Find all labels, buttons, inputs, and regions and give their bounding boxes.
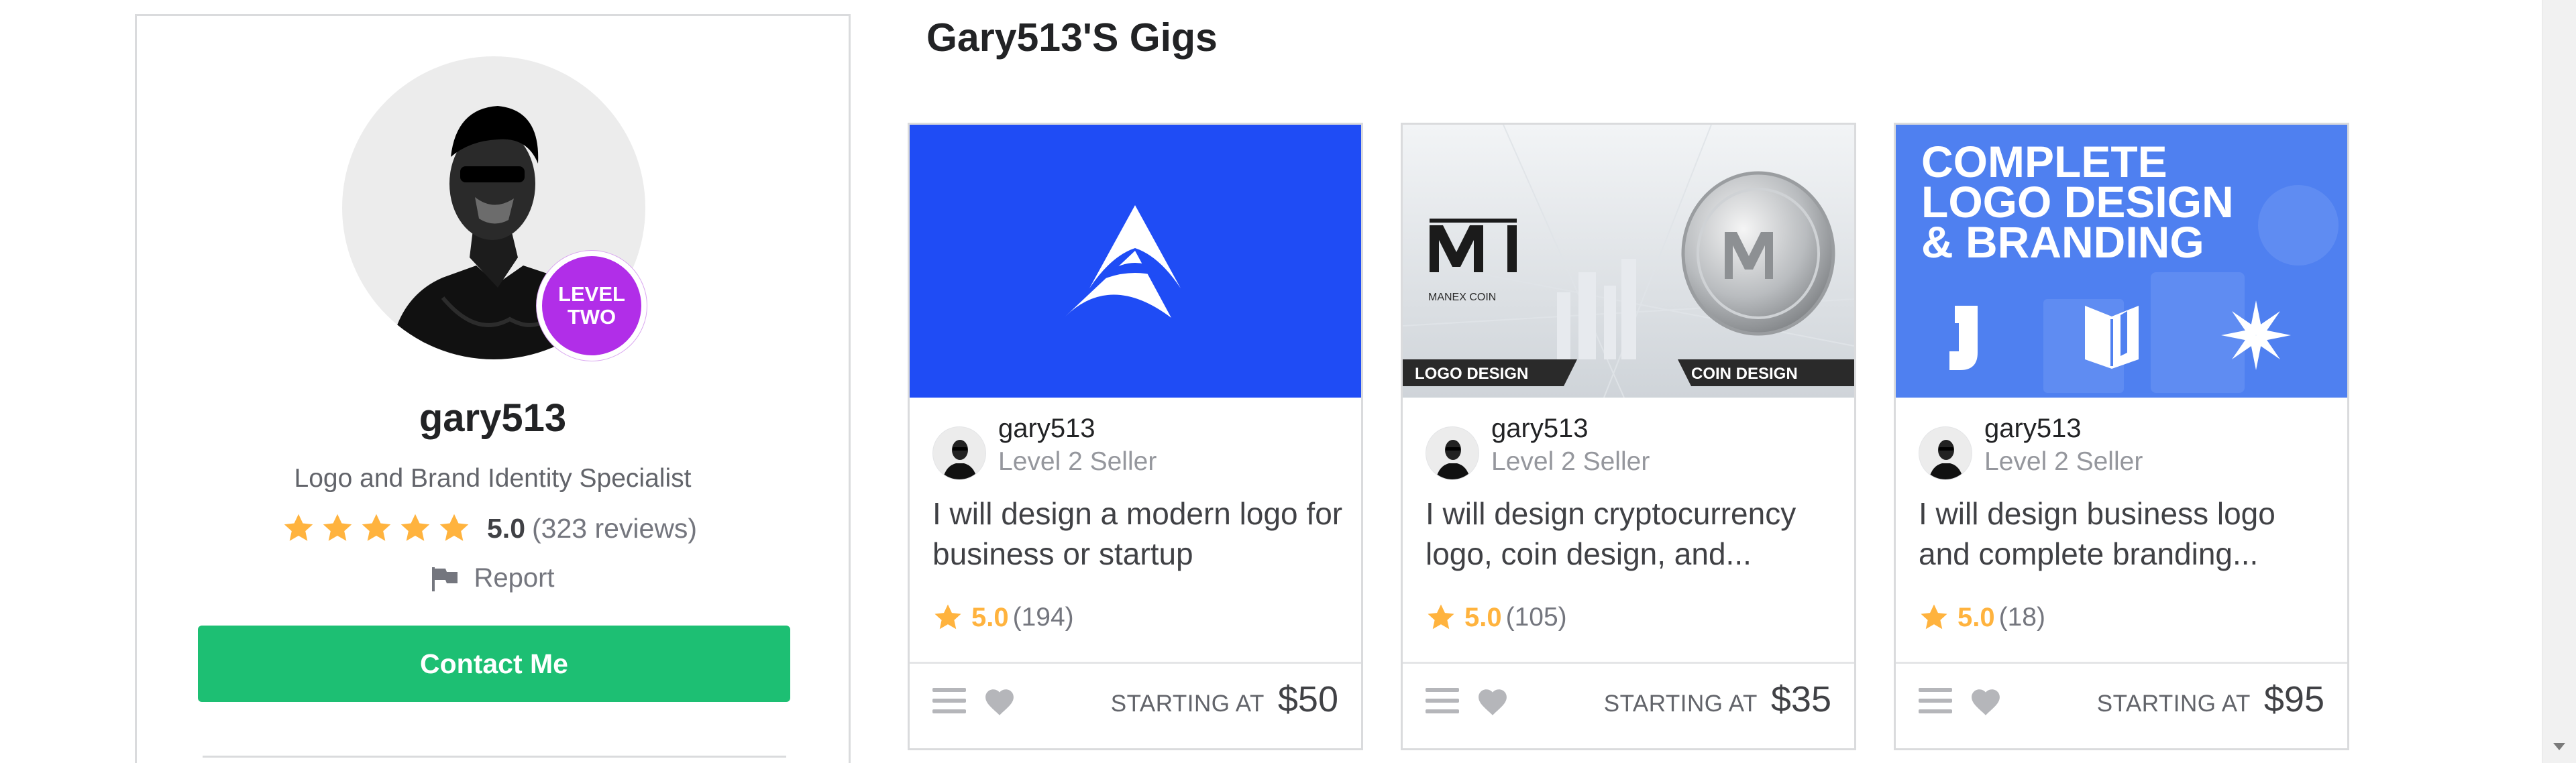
- gig-actions: [1426, 685, 1510, 716]
- starting-at-label: STARTING AT: [1603, 691, 1758, 717]
- gig-rating-count: (105): [1505, 603, 1567, 632]
- gig-card[interactable]: gary513 Level 2 Seller I will design a m…: [908, 123, 1363, 750]
- thumb-left-label: LOGO DESIGN: [1415, 365, 1528, 383]
- seller-level: Level 2 Seller: [998, 447, 1157, 476]
- list-icon[interactable]: [1919, 686, 1952, 715]
- gig-price[interactable]: STARTING AT $50: [1111, 679, 1338, 720]
- chevron-down-icon[interactable]: [2553, 743, 2565, 750]
- gig-actions: [1919, 685, 2003, 716]
- report-label: Report: [474, 563, 555, 593]
- seller-avatar: [1919, 426, 1972, 480]
- star-icon: [439, 514, 469, 541]
- price-value: $50: [1277, 679, 1338, 719]
- thumb-right-label: COIN DESIGN: [1691, 365, 1798, 383]
- price-value: $95: [2263, 679, 2324, 719]
- gig-seller[interactable]: gary513 Level 2 Seller: [1919, 412, 2143, 480]
- gig-rating-score: 5.0: [1464, 602, 1502, 632]
- star-icon: [362, 514, 391, 541]
- star-icon: [400, 514, 430, 541]
- gig-rating: 5.0 (18): [1919, 602, 2045, 633]
- divider: [1896, 662, 2347, 664]
- profile-avatar[interactable]: LEVEL TWO: [342, 56, 647, 361]
- star-icon: [1921, 604, 1947, 630]
- flag-icon: [432, 567, 458, 591]
- seller-avatar: [1426, 426, 1479, 480]
- level-badge-line2: TWO: [567, 305, 616, 329]
- gig-price[interactable]: STARTING AT $95: [2097, 679, 2324, 720]
- gig-rating-count: (194): [1012, 603, 1074, 632]
- star-icon: [934, 604, 961, 630]
- gig-seller[interactable]: gary513 Level 2 Seller: [1426, 412, 1650, 480]
- list-icon[interactable]: [1426, 686, 1459, 715]
- gig-thumbnail[interactable]: MANEX COIN LOGO DESIGN COIN DESIGN: [1403, 125, 1854, 398]
- gig-rating-count: (18): [1998, 603, 2045, 632]
- gig-rating-score: 5.0: [1957, 602, 1995, 632]
- contact-me-button[interactable]: Contact Me: [198, 626, 790, 702]
- divider: [203, 756, 786, 758]
- star-icon: [1428, 604, 1454, 630]
- heart-icon[interactable]: [1968, 685, 2003, 716]
- gig-title[interactable]: I will design cryptocurrency logo, coin …: [1426, 493, 1841, 574]
- level-badge-line1: LEVEL: [558, 282, 625, 306]
- gig-title[interactable]: I will design business logo and complete…: [1919, 493, 2334, 574]
- star-icon: [284, 514, 313, 541]
- gig-rating: 5.0 (194): [932, 602, 1074, 633]
- gig-rating-score: 5.0: [971, 602, 1009, 632]
- thumb-headline-3: & BRANDING: [1921, 217, 2204, 267]
- profile-tagline: Logo and Brand Identity Specialist: [294, 464, 692, 493]
- rating-score: 5.0: [487, 512, 525, 544]
- page-scrollbar[interactable]: [2542, 0, 2576, 763]
- seller-name[interactable]: gary513: [1491, 412, 1650, 445]
- seller-avatar: [932, 426, 986, 480]
- profile-username[interactable]: gary513: [137, 396, 849, 441]
- seller-name[interactable]: gary513: [1984, 412, 2143, 445]
- gigs-section-title: Gary513'S Gigs: [926, 15, 1218, 60]
- gig-title[interactable]: I will design a modern logo for business…: [932, 493, 1348, 574]
- gig-actions: [932, 685, 1017, 716]
- price-value: $35: [1770, 679, 1831, 719]
- gig-card[interactable]: COMPLETE LOGO DESIGN & BRANDING gary513 …: [1894, 123, 2349, 750]
- seller-name[interactable]: gary513: [998, 412, 1157, 445]
- rating-stars: [282, 512, 471, 545]
- divider: [1403, 662, 1854, 664]
- gig-seller[interactable]: gary513 Level 2 Seller: [932, 412, 1157, 480]
- gig-thumbnail[interactable]: [910, 125, 1361, 398]
- seller-level: Level 2 Seller: [1984, 447, 2143, 476]
- divider: [910, 662, 1361, 664]
- heart-icon[interactable]: [982, 685, 1017, 716]
- starting-at-label: STARTING AT: [1110, 691, 1265, 717]
- heart-icon[interactable]: [1475, 685, 1510, 716]
- seller-profile-card: LEVEL TWO gary513 Logo and Brand Identit…: [135, 14, 851, 763]
- starting-at-label: STARTING AT: [2096, 691, 2251, 717]
- list-icon[interactable]: [932, 686, 966, 715]
- profile-rating: 5.0 (323 reviews): [282, 510, 697, 547]
- gig-price[interactable]: STARTING AT $35: [1604, 679, 1831, 720]
- rating-review-count[interactable]: (323 reviews): [532, 513, 697, 544]
- gig-card[interactable]: MANEX COIN LOGO DESIGN COIN DESIGN gary5…: [1401, 123, 1856, 750]
- seller-level: Level 2 Seller: [1491, 447, 1650, 476]
- thumb-brand-text: MANEX COIN: [1428, 292, 1496, 303]
- gig-rating: 5.0 (105): [1426, 602, 1567, 633]
- level-two-badge: LEVEL TWO: [537, 251, 647, 361]
- report-link[interactable]: Report: [137, 563, 849, 593]
- star-icon: [323, 514, 352, 541]
- gig-thumbnail[interactable]: COMPLETE LOGO DESIGN & BRANDING: [1896, 125, 2347, 398]
